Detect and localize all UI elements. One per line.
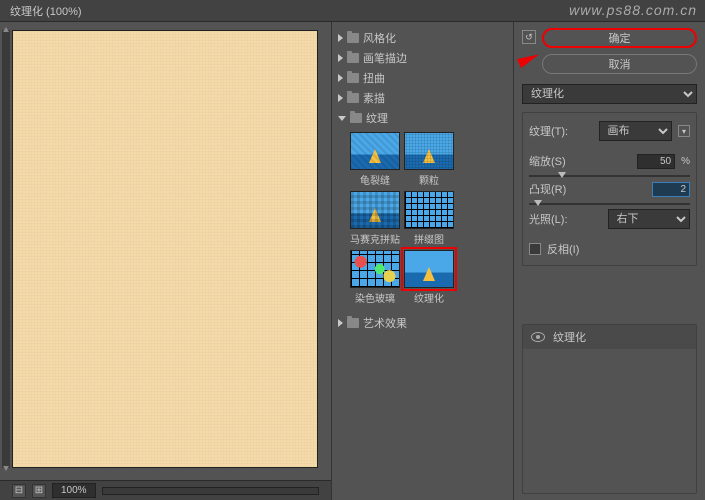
folder-stylize[interactable]: 风格化 (336, 28, 509, 48)
layer-name: 纹理化 (553, 329, 586, 345)
cancel-button[interactable]: 取消 (542, 54, 697, 74)
light-label: 光照(L): (529, 211, 602, 227)
scale-slider[interactable] (529, 175, 690, 177)
parameters-group: 纹理(T): 画布 ▾ 缩放(S) % 凸现(R) 光照(L): 右下 (522, 112, 697, 266)
invert-label: 反相(I) (547, 241, 579, 257)
folder-label: 画笔描边 (363, 50, 407, 66)
thumb-label: 颗粒 (404, 170, 454, 187)
chevron-right-icon (338, 319, 343, 327)
thumb-label: 纹理化 (404, 288, 454, 305)
filter-grain[interactable]: 颗粒 (404, 132, 454, 187)
filter-stained-glass[interactable]: 染色玻璃 (350, 250, 400, 305)
percent-label: % (681, 156, 690, 167)
folder-label: 扭曲 (363, 70, 385, 86)
texture-menu-icon[interactable]: ▾ (678, 125, 690, 137)
thumb-label: 马赛克拼贴 (350, 229, 400, 246)
filter-tree: 风格化 画笔描边 扭曲 素描 纹理 龟裂缝 颗粒 马赛克拼贴 拼缀图 染色玻璃 … (331, 22, 514, 500)
horizontal-scroll[interactable] (102, 487, 319, 495)
vertical-scroll[interactable] (2, 30, 10, 468)
folder-icon (347, 73, 359, 83)
zoom-bar: ⊟ ⊞ 100% (0, 480, 331, 500)
folder-label: 纹理 (366, 110, 388, 126)
thumb-label: 龟裂缝 (350, 170, 400, 187)
effect-layers: 纹理化 (522, 324, 697, 494)
zoom-out-button[interactable]: ⊟ (12, 484, 26, 498)
filter-craquelure[interactable]: 龟裂缝 (350, 132, 400, 187)
light-dropdown[interactable]: 右下 (608, 209, 691, 229)
folder-label: 艺术效果 (363, 315, 407, 331)
zoom-in-button[interactable]: ⊞ (32, 484, 46, 498)
folder-texture[interactable]: 纹理 (336, 108, 509, 128)
folder-icon (347, 93, 359, 103)
visibility-icon[interactable] (531, 332, 545, 342)
layer-row[interactable]: 纹理化 (523, 325, 696, 349)
folder-sketch[interactable]: 素描 (336, 88, 509, 108)
folder-icon (347, 318, 359, 328)
chevron-right-icon (338, 54, 343, 62)
folder-brush[interactable]: 画笔描边 (336, 48, 509, 68)
filter-mosaic[interactable]: 马赛克拼贴 (350, 191, 400, 246)
relief-label: 凸现(R) (529, 181, 646, 197)
texture-label: 纹理(T): (529, 123, 593, 139)
invert-checkbox[interactable] (529, 243, 541, 255)
chevron-right-icon (338, 34, 343, 42)
filter-texturizer[interactable]: 纹理化 (404, 250, 454, 305)
scale-label: 缩放(S) (529, 153, 631, 169)
arrow-annotation (517, 50, 541, 68)
preview-panel: ⊟ ⊞ 100% (0, 22, 331, 500)
chevron-down-icon (338, 116, 346, 121)
filter-patchwork[interactable]: 拼缀图 (404, 191, 454, 246)
settings-panel: ↺ 确定 取消 纹理化 纹理(T): 画布 ▾ 缩放(S) % 凸现(R) (514, 22, 705, 500)
reset-button[interactable]: ↺ (522, 30, 536, 44)
preview-canvas[interactable] (12, 30, 318, 468)
thumb-label: 染色玻璃 (350, 288, 400, 305)
folder-artistic[interactable]: 艺术效果 (336, 313, 509, 333)
folder-label: 风格化 (363, 30, 396, 46)
zoom-value[interactable]: 100% (52, 483, 96, 498)
relief-slider[interactable] (529, 203, 690, 205)
scale-input[interactable] (637, 154, 675, 169)
watermark: www.ps88.com.cn (569, 2, 697, 18)
ok-button[interactable]: 确定 (542, 28, 697, 48)
folder-icon (347, 53, 359, 63)
texture-dropdown[interactable]: 画布 (599, 121, 673, 141)
thumb-label: 拼缀图 (404, 229, 454, 246)
folder-icon (350, 113, 362, 123)
folder-label: 素描 (363, 90, 385, 106)
chevron-right-icon (338, 74, 343, 82)
filter-dropdown[interactable]: 纹理化 (522, 84, 697, 104)
folder-distort[interactable]: 扭曲 (336, 68, 509, 88)
folder-icon (347, 33, 359, 43)
chevron-right-icon (338, 94, 343, 102)
relief-input[interactable] (652, 182, 690, 197)
